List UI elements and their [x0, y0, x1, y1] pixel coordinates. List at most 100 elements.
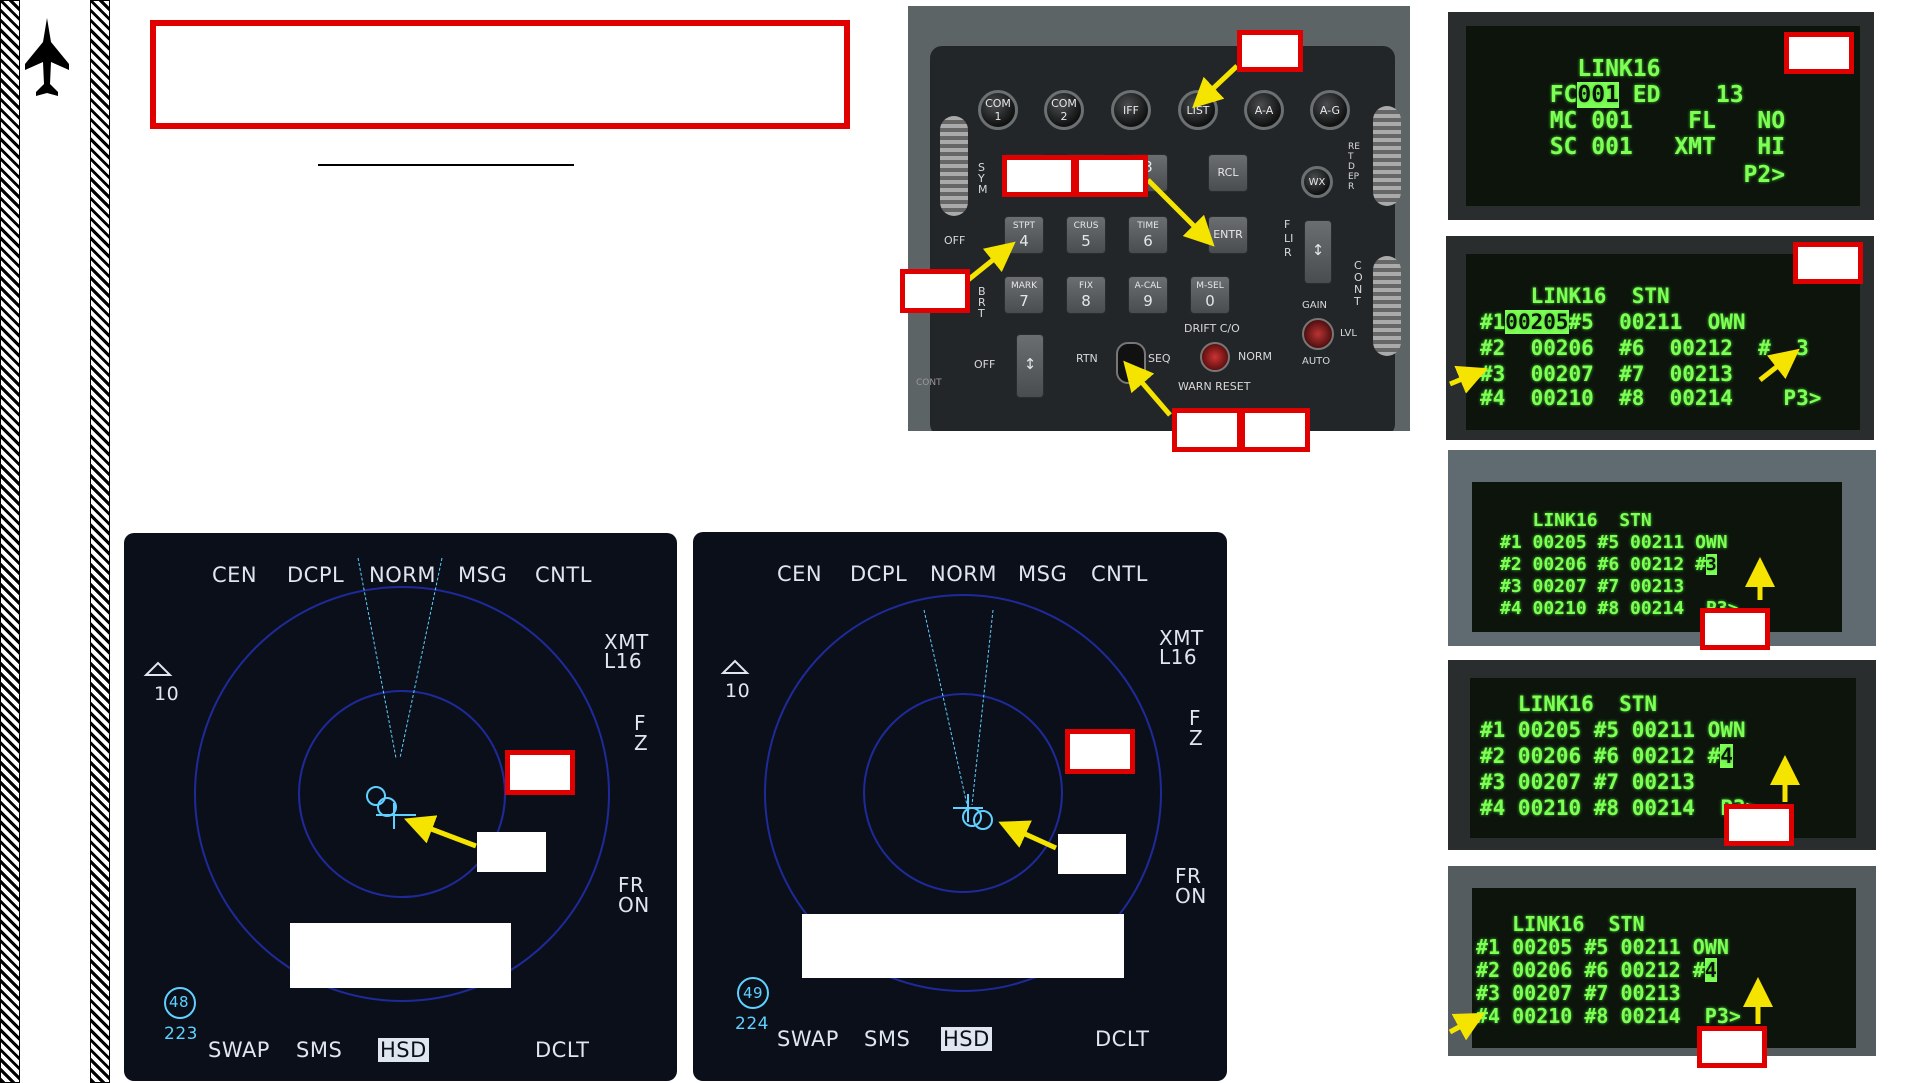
- fighter-jet-icon: [22, 14, 72, 104]
- callout-ded-1: [1784, 32, 1854, 74]
- key-7-mark[interactable]: MARK 7: [1004, 276, 1044, 314]
- osb-l16[interactable]: L16: [604, 649, 642, 673]
- list-button[interactable]: LIST: [1178, 90, 1218, 130]
- gain-knob[interactable]: [1302, 318, 1334, 350]
- key-4-stpt[interactable]: STPT 4: [1004, 216, 1044, 254]
- osb-hsd[interactable]: HSD: [941, 1027, 992, 1051]
- osb-dcpl[interactable]: DCPL: [287, 563, 344, 587]
- a-g-button[interactable]: A-G: [1310, 90, 1350, 130]
- osb-l16[interactable]: L16: [1159, 645, 1197, 669]
- key-9-a-cal[interactable]: A-CAL 9: [1128, 276, 1168, 314]
- hsd-right-rings: [720, 594, 1162, 1009]
- cont-small-label: CONT: [916, 378, 942, 388]
- key-7-title: MARK: [1010, 281, 1038, 291]
- ded-highlight: 3: [1705, 554, 1717, 575]
- right-hatch-strip: [90, 0, 110, 1083]
- wx-label: WX: [1308, 176, 1326, 188]
- title-callout-box: [150, 20, 850, 129]
- osb-sms[interactable]: SMS: [296, 1038, 342, 1062]
- osb-dcpl[interactable]: DCPL: [850, 562, 907, 586]
- ded-3-line-3: #2 00206 #6 00212 #3: [1500, 554, 1717, 575]
- key-8-title: FIX: [1079, 281, 1093, 291]
- ded-panel-4: LINK16 STN #1 00205 #5 00211 OWN #2 0020…: [1448, 660, 1876, 850]
- osb-norm[interactable]: NORM: [930, 562, 997, 586]
- osb-hsd[interactable]: HSD: [378, 1038, 429, 1062]
- ded-4-line-3: #2 00206 #6 00212 #4: [1480, 744, 1733, 768]
- auto-label: AUTO: [1302, 356, 1331, 367]
- osb-sms[interactable]: SMS: [864, 1027, 910, 1051]
- wx-button[interactable]: WX: [1301, 166, 1333, 198]
- key-6-number: 6: [1143, 232, 1153, 250]
- off-label-bottom: OFF: [974, 358, 996, 371]
- rcl-label: RCL: [1217, 166, 1239, 179]
- ded-4-line-5: #4 00210 #8 00214 P3>: [1480, 796, 1759, 820]
- ded-2-line-5: #4 00210 #8 00214 P3>: [1480, 386, 1822, 410]
- a-a-label: A-A: [1254, 103, 1274, 117]
- entr-label: ENTR: [1213, 228, 1243, 241]
- osb-cntl[interactable]: CNTL: [535, 563, 592, 587]
- osb-msg[interactable]: MSG: [458, 563, 507, 587]
- callout-key-1: [1002, 155, 1076, 197]
- brt-label: BRT: [978, 285, 986, 320]
- brt-rocker[interactable]: ↕: [1016, 334, 1044, 398]
- ded-5-line-4: #3 00207 #7 00213: [1476, 981, 1681, 1005]
- ded-2-line-1: LINK16 STN: [1480, 284, 1670, 308]
- cont-label: CONT: [1354, 259, 1363, 308]
- osb-cen[interactable]: CEN: [777, 562, 822, 586]
- com2-button[interactable]: COM 2: [1044, 90, 1084, 130]
- ded-highlight: 4: [1720, 744, 1733, 768]
- sym-label: SYM: [978, 161, 988, 196]
- callout-ded-2: [1793, 242, 1863, 284]
- osb-fz-z[interactable]: Z: [1189, 728, 1203, 748]
- ded-1-line-1: LINK16: [1522, 56, 1661, 82]
- ded-1-line-3: MC 001 FL NO: [1522, 108, 1786, 134]
- ded-2-line-4: #3 00207 #7 00213: [1480, 362, 1733, 386]
- osb-norm[interactable]: NORM: [369, 563, 436, 587]
- callout-ded-3: [1700, 608, 1770, 650]
- range-value[interactable]: 10: [725, 680, 750, 702]
- ded-4-line-1: LINK16 STN: [1480, 692, 1658, 716]
- ret-depr-label: RET DEPR: [1348, 142, 1360, 192]
- a-a-button[interactable]: A-A: [1244, 90, 1284, 130]
- key-8-fix[interactable]: FIX 8: [1066, 276, 1106, 314]
- ded-5-line-3: #2 00206 #6 00212 #4: [1476, 958, 1717, 982]
- callout-dobber-right: [1240, 408, 1310, 452]
- drift-co-switch[interactable]: [1200, 342, 1230, 372]
- key-5-title: CRUS: [1073, 221, 1099, 231]
- warn-reset-label: WARN RESET: [1178, 380, 1251, 393]
- hsd-mfd-right: CEN DCPL NORM MSG CNTL 10 XMT L16 F Z FR…: [693, 532, 1227, 1081]
- osb-dclt[interactable]: DCLT: [535, 1038, 589, 1062]
- ded-2-line-2: #100205#5 00211 OWN: [1480, 310, 1746, 334]
- osb-msg[interactable]: MSG: [1018, 562, 1067, 586]
- callout-mfd-right: [1065, 729, 1135, 774]
- off-label-top: OFF: [944, 234, 966, 247]
- osb-on[interactable]: ON: [1175, 884, 1207, 908]
- speed-value: 224: [735, 1014, 769, 1034]
- rcl-button[interactable]: RCL: [1208, 154, 1248, 192]
- osb-fz-z[interactable]: Z: [634, 733, 648, 753]
- ded-1-line-4: SC 001 XMT HI: [1522, 134, 1786, 160]
- ded-3-line-1: LINK16 STN: [1500, 510, 1652, 531]
- dobber-switch[interactable]: [1116, 342, 1146, 384]
- osb-fz-f[interactable]: F: [1189, 708, 1201, 728]
- osb-on[interactable]: ON: [618, 893, 650, 917]
- osb-fz-f[interactable]: F: [634, 713, 646, 733]
- icp-right-knob-bottom: [1373, 256, 1401, 356]
- icp-panel: COM1 COM2 IFF LIST A-A A-G 1 2 3 RCL STP…: [908, 6, 1410, 431]
- osb-swap[interactable]: SWAP: [777, 1027, 839, 1051]
- key-0-m-sel[interactable]: M-SEL 0: [1190, 276, 1230, 314]
- ded-highlight: 4: [1704, 958, 1717, 982]
- osb-cen[interactable]: CEN: [212, 563, 257, 587]
- osb-swap[interactable]: SWAP: [208, 1038, 270, 1062]
- entr-button[interactable]: ENTR: [1208, 216, 1248, 254]
- osb-cntl[interactable]: CNTL: [1091, 562, 1148, 586]
- range-value[interactable]: 10: [154, 683, 179, 705]
- key-5-crus[interactable]: CRUS 5: [1066, 216, 1106, 254]
- key-6-time[interactable]: TIME 6: [1128, 216, 1168, 254]
- key-6-title: TIME: [1137, 221, 1159, 231]
- com1-button[interactable]: COM 1: [978, 90, 1018, 130]
- iff-button[interactable]: IFF: [1111, 90, 1151, 130]
- hsd-mfd-left: CEN DCPL NORM MSG CNTL 10 XMT L16 F Z FR…: [124, 533, 677, 1081]
- osb-dclt[interactable]: DCLT: [1095, 1027, 1149, 1051]
- flir-rocker[interactable]: ↕: [1304, 220, 1332, 284]
